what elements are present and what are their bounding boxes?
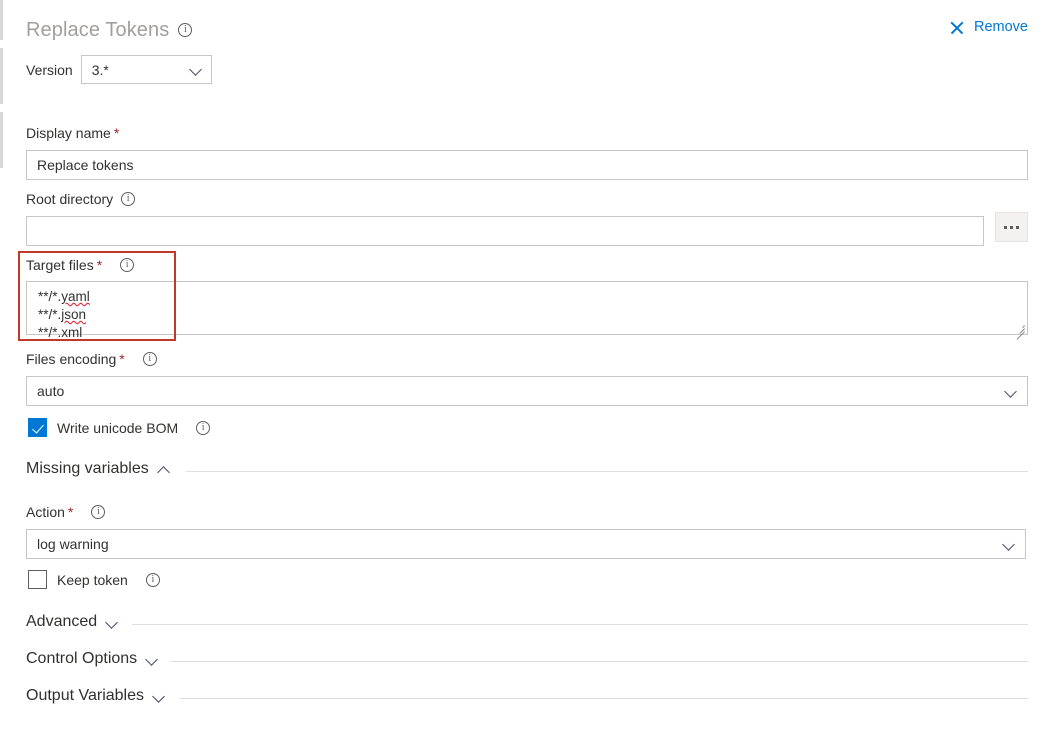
- close-x-icon: [949, 20, 964, 35]
- chevron-up-icon: [158, 463, 171, 476]
- section-advanced[interactable]: Advanced: [26, 613, 119, 631]
- target-files-info-icon[interactable]: i: [120, 258, 135, 272]
- keep-token-info-icon[interactable]: i: [145, 572, 160, 587]
- section-missing-variables[interactable]: Missing variables: [26, 460, 171, 478]
- version-value: 3.*: [91, 61, 109, 78]
- action-select[interactable]: log warning: [26, 529, 1026, 559]
- required-marker: *: [96, 257, 103, 273]
- section-divider: [132, 624, 1028, 625]
- version-select[interactable]: 3.*: [80, 55, 212, 84]
- chevron-down-icon: [190, 63, 203, 76]
- remove-task-label: Remove: [974, 19, 1028, 35]
- action-field: Action * i log warning: [26, 503, 1026, 559]
- keep-token-checkbox[interactable]: [28, 570, 47, 589]
- section-output-variables[interactable]: Output Variables: [26, 687, 166, 705]
- version-label: Version: [26, 61, 73, 78]
- section-output-variables-title: Output Variables: [26, 687, 144, 704]
- root-directory-info-icon[interactable]: i: [121, 192, 136, 206]
- remove-task-button[interactable]: Remove: [949, 19, 1028, 35]
- action-label-text: Action: [26, 504, 65, 520]
- write-unicode-bom-label: Write unicode BOM: [57, 419, 179, 436]
- task-title-info-icon[interactable]: i: [178, 23, 193, 37]
- target-files-label: Target files * i: [26, 256, 135, 274]
- write-unicode-bom-row: Write unicode BOM i: [28, 418, 211, 437]
- chevron-down-icon: [1005, 385, 1018, 398]
- section-divider: [186, 471, 1028, 472]
- target-files-label-text: Target files: [26, 257, 94, 273]
- files-encoding-label: Files encoding * i: [26, 350, 1028, 368]
- section-control-options-title: Control Options: [26, 650, 138, 667]
- root-directory-input[interactable]: [26, 216, 984, 246]
- target-files-textarea[interactable]: **/*.yaml **/*.json **/*.xml: [26, 281, 1028, 340]
- target-files-line: **/*.json: [38, 307, 87, 322]
- section-divider: [180, 698, 1028, 699]
- display-name-input[interactable]: Replace tokens: [26, 150, 1028, 180]
- display-name-field: Display name * Replace tokens: [26, 124, 1028, 180]
- target-files-line: **/*.yaml: [38, 289, 90, 304]
- section-divider: [171, 661, 1028, 662]
- files-encoding-label-text: Files encoding: [26, 351, 117, 367]
- root-directory-label: Root directory i: [26, 190, 984, 208]
- chevron-down-icon: [106, 616, 119, 629]
- root-directory-field: Root directory i: [26, 190, 984, 246]
- write-unicode-bom-checkbox[interactable]: [28, 418, 47, 437]
- files-encoding-value: auto: [37, 383, 65, 399]
- section-control-options[interactable]: Control Options: [26, 650, 159, 668]
- display-name-label-text: Display name: [26, 125, 111, 141]
- files-encoding-field: Files encoding * i auto: [26, 350, 1028, 406]
- chevron-down-icon: [153, 690, 166, 703]
- ellipsis-icon: [1004, 225, 1007, 229]
- panel-left-rail: [0, 0, 3, 750]
- root-directory-browse-button[interactable]: [995, 212, 1028, 242]
- display-name-label: Display name *: [26, 124, 1028, 142]
- section-missing-variables-title: Missing variables: [26, 460, 149, 477]
- chevron-down-icon: [146, 653, 159, 666]
- task-editor-panel: Replace Tokens i Remove Version 3.* Disp…: [0, 0, 1044, 750]
- page-title: Replace Tokens: [26, 19, 170, 41]
- write-unicode-bom-info-icon[interactable]: i: [196, 420, 211, 435]
- required-marker: *: [67, 504, 74, 520]
- action-value: log warning: [37, 536, 109, 552]
- chevron-down-icon: [1003, 538, 1016, 551]
- target-files-label-row: Target files * i: [26, 256, 135, 274]
- target-files-line: **/*.xml: [38, 325, 83, 340]
- task-header: Replace Tokens i: [26, 18, 193, 42]
- action-label: Action * i: [26, 503, 1026, 521]
- resize-grip-icon[interactable]: [1014, 321, 1025, 340]
- files-encoding-select[interactable]: auto: [26, 376, 1028, 406]
- required-marker: *: [119, 351, 125, 367]
- display-name-value: Replace tokens: [37, 157, 134, 173]
- files-encoding-info-icon[interactable]: i: [142, 352, 157, 366]
- ellipsis-icon: [1016, 225, 1019, 229]
- keep-token-row: Keep token i: [28, 570, 160, 589]
- root-directory-label-text: Root directory: [26, 191, 114, 207]
- version-row: Version 3.*: [26, 55, 212, 84]
- required-marker: *: [113, 125, 120, 141]
- keep-token-label: Keep token: [57, 571, 128, 588]
- ellipsis-icon: [1010, 225, 1013, 229]
- section-advanced-title: Advanced: [26, 613, 98, 630]
- action-info-icon[interactable]: i: [91, 505, 106, 519]
- target-files-value: **/*.yaml **/*.json **/*.xml: [38, 288, 90, 342]
